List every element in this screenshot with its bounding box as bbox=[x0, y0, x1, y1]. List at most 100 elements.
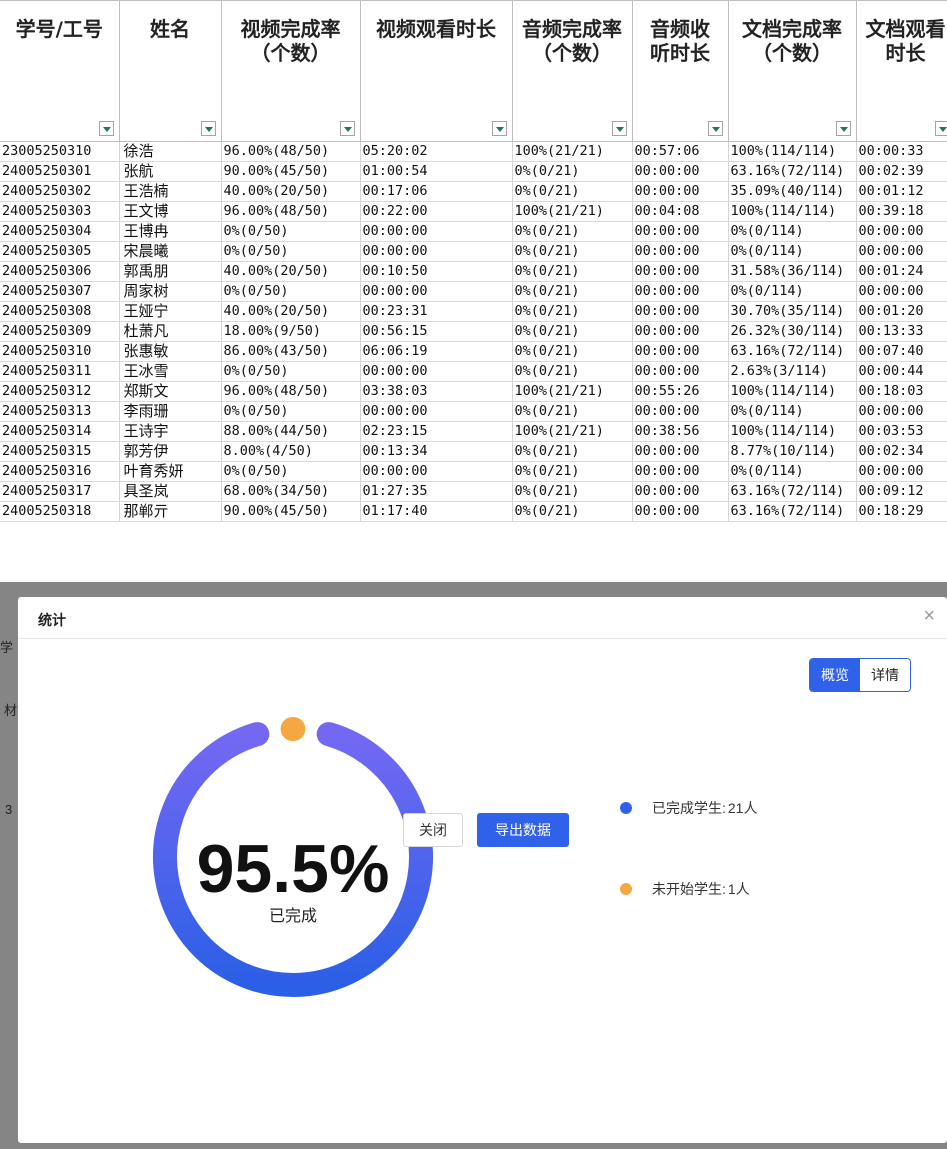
cell-doc-rate[interactable]: 31.58%(36/114) bbox=[728, 261, 857, 282]
table-row[interactable]: 24005250307 周家树 0%(0/50) 00:00:00 0%(0/21) 00… bbox=[0, 281, 947, 302]
cell-student-id[interactable]: 24005250302 bbox=[0, 181, 120, 202]
cell-doc-rate[interactable]: 63.16%(72/114) bbox=[728, 481, 857, 502]
cell-audio-time[interactable]: 00:00:00 bbox=[632, 501, 729, 522]
cell-video-rate[interactable]: 88.00%(44/50) bbox=[221, 421, 361, 442]
cell-audio-rate[interactable]: 0%(0/21) bbox=[512, 221, 633, 242]
cell-name[interactable]: 王浩楠 bbox=[119, 181, 222, 202]
cell-audio-rate[interactable]: 0%(0/21) bbox=[512, 301, 633, 322]
cell-audio-time[interactable]: 00:00:00 bbox=[632, 181, 729, 202]
cell-audio-time[interactable]: 00:00:00 bbox=[632, 161, 729, 182]
cell-audio-time[interactable]: 00:00:00 bbox=[632, 461, 729, 482]
cell-name[interactable]: 王文博 bbox=[119, 201, 222, 222]
cell-student-id[interactable]: 23005250310 bbox=[0, 141, 120, 162]
table-row[interactable]: 24005250318 那郸亓 90.00%(45/50) 01:17:40 0%(0/… bbox=[0, 501, 947, 522]
table-row[interactable]: 24005250317 具圣岚 68.00%(34/50) 01:27:35 0%(0/… bbox=[0, 481, 947, 502]
cell-video-time[interactable]: 00:13:34 bbox=[360, 441, 513, 462]
cell-video-time[interactable]: 00:00:00 bbox=[360, 461, 513, 482]
cell-audio-time[interactable]: 00:00:00 bbox=[632, 221, 729, 242]
cell-student-id[interactable]: 24005250318 bbox=[0, 501, 120, 522]
cell-audio-time[interactable]: 00:55:26 bbox=[632, 381, 729, 402]
cell-video-time[interactable]: 00:56:15 bbox=[360, 321, 513, 342]
cell-name[interactable]: 宋晨曦 bbox=[119, 241, 222, 262]
cell-video-rate[interactable]: 0%(0/50) bbox=[221, 461, 361, 482]
cell-audio-time[interactable]: 00:00:00 bbox=[632, 341, 729, 362]
cell-name[interactable]: 王诗宇 bbox=[119, 421, 222, 442]
cell-student-id[interactable]: 24005250307 bbox=[0, 281, 120, 302]
cell-video-rate[interactable]: 90.00%(45/50) bbox=[221, 161, 361, 182]
cell-audio-rate[interactable]: 0%(0/21) bbox=[512, 361, 633, 382]
cell-doc-rate[interactable]: 26.32%(30/114) bbox=[728, 321, 857, 342]
cell-name[interactable]: 杜萧凡 bbox=[119, 321, 222, 342]
cell-name[interactable]: 张航 bbox=[119, 161, 222, 182]
cell-doc-rate[interactable]: 0%(0/114) bbox=[728, 401, 857, 422]
cell-doc-rate[interactable]: 0%(0/114) bbox=[728, 241, 857, 262]
cell-student-id[interactable]: 24005250301 bbox=[0, 161, 120, 182]
tab-details[interactable]: 详情 bbox=[860, 659, 910, 691]
cell-doc-time[interactable]: 00:00:00 bbox=[856, 401, 947, 422]
cell-video-rate[interactable]: 0%(0/50) bbox=[221, 241, 361, 262]
cell-video-time[interactable]: 02:23:15 bbox=[360, 421, 513, 442]
cell-name[interactable]: 具圣岚 bbox=[119, 481, 222, 502]
cell-video-rate[interactable]: 0%(0/50) bbox=[221, 221, 361, 242]
cell-name[interactable]: 李雨珊 bbox=[119, 401, 222, 422]
cell-name[interactable]: 郭禹朋 bbox=[119, 261, 222, 282]
table-row[interactable]: 24005250305 宋晨曦 0%(0/50) 00:00:00 0%(0/21) 00… bbox=[0, 241, 947, 262]
cell-audio-time[interactable]: 00:00:00 bbox=[632, 441, 729, 462]
table-row[interactable]: 24005250310 张惠敏 86.00%(43/50) 06:06:19 0%(0/… bbox=[0, 341, 947, 362]
cell-student-id[interactable]: 24005250317 bbox=[0, 481, 120, 502]
cell-doc-time[interactable]: 00:13:33 bbox=[856, 321, 947, 342]
filter-dropdown-icon[interactable] bbox=[934, 121, 947, 136]
tab-overview[interactable]: 概览 bbox=[810, 659, 860, 691]
cell-name[interactable]: 那郸亓 bbox=[119, 501, 222, 522]
table-row[interactable]: 24005250314 王诗宇 88.00%(44/50) 02:23:15 100%(… bbox=[0, 421, 947, 442]
cell-student-id[interactable]: 24005250311 bbox=[0, 361, 120, 382]
table-row[interactable]: 24005250315 郭芳伊 8.00%(4/50) 00:13:34 0%(0/21… bbox=[0, 441, 947, 462]
cell-audio-rate[interactable]: 0%(0/21) bbox=[512, 181, 633, 202]
cell-video-time[interactable]: 01:17:40 bbox=[360, 501, 513, 522]
cell-video-time[interactable]: 01:27:35 bbox=[360, 481, 513, 502]
table-row[interactable]: 24005250302 王浩楠 40.00%(20/50) 00:17:06 0%(0/… bbox=[0, 181, 947, 202]
cell-doc-time[interactable]: 00:18:29 bbox=[856, 501, 947, 522]
table-row[interactable]: 24005250303 王文博 96.00%(48/50) 00:22:00 100%(… bbox=[0, 201, 947, 222]
cell-doc-rate[interactable]: 8.77%(10/114) bbox=[728, 441, 857, 462]
filter-dropdown-icon[interactable] bbox=[835, 121, 851, 136]
cell-name[interactable]: 王冰雪 bbox=[119, 361, 222, 382]
cell-student-id[interactable]: 24005250305 bbox=[0, 241, 120, 262]
cell-student-id[interactable]: 24005250306 bbox=[0, 261, 120, 282]
cell-student-id[interactable]: 24005250309 bbox=[0, 321, 120, 342]
cell-doc-time[interactable]: 00:00:44 bbox=[856, 361, 947, 382]
cell-doc-time[interactable]: 00:18:03 bbox=[856, 381, 947, 402]
cell-video-time[interactable]: 00:23:31 bbox=[360, 301, 513, 322]
cell-doc-time[interactable]: 00:07:40 bbox=[856, 341, 947, 362]
cell-doc-rate[interactable]: 0%(0/114) bbox=[728, 221, 857, 242]
cell-student-id[interactable]: 24005250313 bbox=[0, 401, 120, 422]
cell-doc-time[interactable]: 00:00:33 bbox=[856, 141, 947, 162]
cell-video-time[interactable]: 05:20:02 bbox=[360, 141, 513, 162]
cell-audio-rate[interactable]: 0%(0/21) bbox=[512, 461, 633, 482]
cell-doc-time[interactable]: 00:01:24 bbox=[856, 261, 947, 282]
cell-doc-rate[interactable]: 0%(0/114) bbox=[728, 281, 857, 302]
export-data-button[interactable]: 导出数据 bbox=[477, 813, 569, 847]
cell-audio-rate[interactable]: 100%(21/21) bbox=[512, 201, 633, 222]
filter-dropdown-icon[interactable] bbox=[707, 121, 723, 136]
cell-video-time[interactable]: 00:00:00 bbox=[360, 241, 513, 262]
filter-dropdown-icon[interactable] bbox=[491, 121, 507, 136]
cell-doc-time[interactable]: 00:02:34 bbox=[856, 441, 947, 462]
cell-video-rate[interactable]: 8.00%(4/50) bbox=[221, 441, 361, 462]
cell-student-id[interactable]: 24005250314 bbox=[0, 421, 120, 442]
cell-video-rate[interactable]: 0%(0/50) bbox=[221, 281, 361, 302]
cell-audio-rate[interactable]: 0%(0/21) bbox=[512, 161, 633, 182]
cell-video-time[interactable]: 00:00:00 bbox=[360, 401, 513, 422]
cell-doc-rate[interactable]: 63.16%(72/114) bbox=[728, 501, 857, 522]
cell-audio-rate[interactable]: 0%(0/21) bbox=[512, 401, 633, 422]
cell-video-rate[interactable]: 96.00%(48/50) bbox=[221, 381, 361, 402]
cell-video-rate[interactable]: 86.00%(43/50) bbox=[221, 341, 361, 362]
cell-student-id[interactable]: 24005250310 bbox=[0, 341, 120, 362]
cell-video-time[interactable]: 00:00:00 bbox=[360, 361, 513, 382]
cell-doc-rate[interactable]: 2.63%(3/114) bbox=[728, 361, 857, 382]
cell-audio-rate[interactable]: 0%(0/21) bbox=[512, 441, 633, 462]
cell-audio-time[interactable]: 00:00:00 bbox=[632, 321, 729, 342]
cell-audio-rate[interactable]: 0%(0/21) bbox=[512, 321, 633, 342]
cell-audio-time[interactable]: 00:38:56 bbox=[632, 421, 729, 442]
cell-doc-time[interactable]: 00:03:53 bbox=[856, 421, 947, 442]
